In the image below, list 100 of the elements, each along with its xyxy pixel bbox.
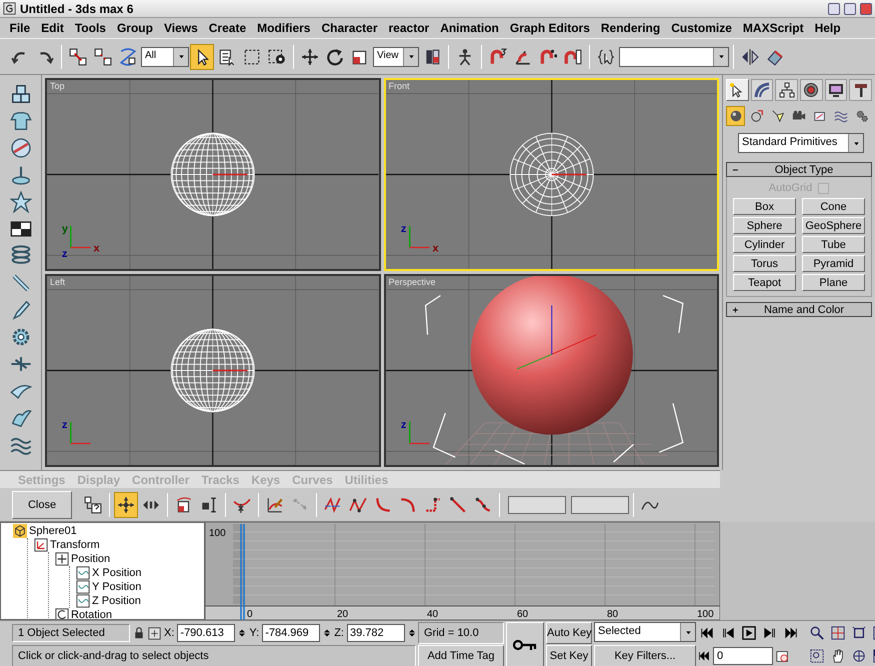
axis-label: x bbox=[432, 242, 438, 254]
position-icon bbox=[55, 552, 69, 566]
close-button[interactable]: Close bbox=[12, 490, 72, 518]
key-mode-dropdown[interactable]: Selected bbox=[594, 622, 696, 642]
value-label: 100 bbox=[209, 528, 226, 539]
coordinate-field[interactable]: -790.613 bbox=[177, 624, 236, 642]
viewport[interactable]: Top y z x bbox=[45, 78, 380, 271]
primitive-button[interactable]: Sphere bbox=[733, 217, 796, 234]
input-field[interactable] bbox=[508, 496, 566, 514]
primitive-button[interactable]: Tube bbox=[802, 236, 865, 253]
app-logo-icon bbox=[3, 2, 16, 15]
key-icon[interactable] bbox=[506, 622, 544, 666]
menu-item[interactable]: Create bbox=[203, 20, 252, 36]
rollout-header[interactable]: Name and Color bbox=[726, 302, 872, 317]
region-zoom-icon[interactable] bbox=[808, 647, 826, 665]
hammer-icon[interactable] bbox=[849, 79, 872, 101]
menu-item[interactable]: Rendering bbox=[595, 20, 666, 36]
menu-item[interactable]: Character bbox=[316, 20, 383, 36]
axis-label: x bbox=[94, 242, 100, 254]
primitive-button[interactable]: Cone bbox=[802, 198, 865, 215]
primitives-dropdown[interactable]: Standard Primitives bbox=[738, 133, 864, 153]
four-way-arrows-icon[interactable] bbox=[114, 492, 138, 518]
menu-item[interactable]: Modifiers bbox=[252, 20, 316, 36]
pin-icon[interactable] bbox=[10, 164, 32, 186]
menu-item[interactable]: reactor bbox=[383, 20, 435, 36]
curve-arc-icon[interactable] bbox=[750, 79, 774, 101]
magnifier-icon[interactable] bbox=[808, 624, 826, 642]
add-time-tag-button[interactable]: Add Time Tag bbox=[418, 645, 504, 666]
menu-item[interactable]: Group bbox=[111, 20, 158, 36]
dropdown[interactable]: All bbox=[141, 46, 189, 66]
menu-item[interactable]: Customize bbox=[666, 20, 738, 36]
ball-icon[interactable] bbox=[10, 137, 32, 159]
menu-item[interactable]: Help bbox=[809, 20, 846, 36]
transform-icon bbox=[34, 538, 48, 552]
axis-label: z bbox=[62, 418, 68, 431]
curve-track-icon bbox=[76, 594, 90, 608]
menu-item[interactable]: Animation bbox=[434, 20, 504, 36]
cubes-icon[interactable] bbox=[10, 83, 32, 105]
minimize-button[interactable] bbox=[828, 2, 840, 14]
maximize-button[interactable] bbox=[844, 2, 856, 14]
track-label[interactable]: Transform bbox=[50, 539, 100, 551]
viewport[interactable]: Front z x bbox=[384, 78, 719, 271]
menu-item[interactable]: File bbox=[4, 20, 36, 36]
auto-key-button[interactable]: Auto Key bbox=[546, 622, 592, 644]
menu-item[interactable]: Views bbox=[158, 20, 204, 36]
menu-item[interactable]: Tools bbox=[69, 20, 112, 36]
track-label[interactable]: Y Position bbox=[92, 581, 142, 593]
viewport[interactable]: Perspective z bbox=[384, 274, 719, 467]
menu-item[interactable]: Graph Editors bbox=[504, 20, 596, 36]
dropdown[interactable] bbox=[619, 46, 729, 66]
ruler-label: 60 bbox=[517, 609, 528, 620]
rollout-header[interactable]: Object Type bbox=[726, 162, 872, 177]
cursor-icon[interactable] bbox=[190, 44, 214, 70]
input-field[interactable] bbox=[571, 496, 629, 514]
go-to-start-icon[interactable] bbox=[698, 650, 710, 662]
track-label[interactable]: Sphere01 bbox=[29, 525, 77, 537]
hierarchy-icon[interactable] bbox=[775, 79, 798, 101]
wheel-icon[interactable] bbox=[800, 79, 823, 101]
primitive-button[interactable]: Pyramid bbox=[802, 255, 865, 272]
time-config-icon[interactable] bbox=[776, 650, 789, 662]
viewport[interactable]: Left z bbox=[45, 274, 380, 467]
track-label[interactable]: Position bbox=[71, 553, 110, 565]
axis-label: y bbox=[62, 222, 68, 235]
axis-label: z bbox=[400, 418, 406, 431]
frame-field[interactable]: 0 bbox=[713, 647, 773, 665]
primitive-button[interactable]: GeoSphere bbox=[802, 217, 865, 234]
coil-icon[interactable] bbox=[10, 245, 32, 267]
ruler-label: 20 bbox=[337, 609, 348, 620]
prompt-text: Click or click-and-drag to select objects bbox=[12, 645, 416, 666]
monitor-icon[interactable] bbox=[824, 79, 848, 101]
coordinate-field[interactable]: 39.782 bbox=[346, 624, 405, 642]
play-icon[interactable] bbox=[740, 624, 758, 642]
track-label[interactable]: Rotation bbox=[71, 609, 112, 619]
primitive-button[interactable]: Teapot bbox=[733, 274, 796, 291]
set-key-button[interactable]: Set Key bbox=[546, 645, 592, 666]
axis-tripod bbox=[70, 226, 91, 248]
track-label[interactable]: X Position bbox=[92, 567, 142, 579]
track-label[interactable]: Z Position bbox=[92, 595, 141, 607]
dropdown[interactable]: View bbox=[373, 46, 419, 66]
ruler-label: 40 bbox=[427, 609, 438, 620]
lock-icon[interactable] bbox=[133, 627, 145, 639]
coordinate-label: Y: bbox=[249, 627, 260, 639]
axis-label: z bbox=[62, 248, 68, 260]
menu-item[interactable]: MAXScript bbox=[737, 20, 810, 36]
ruler-label: 0 bbox=[247, 609, 253, 620]
primitive-button[interactable]: Box bbox=[733, 198, 796, 215]
coordinate-field[interactable]: -784.969 bbox=[262, 624, 320, 642]
zoom-all-icon[interactable] bbox=[829, 624, 847, 642]
primitive-button[interactable]: Torus bbox=[733, 255, 796, 272]
star-figure-icon[interactable] bbox=[10, 191, 32, 213]
primitive-button[interactable]: Plane bbox=[802, 274, 865, 291]
crosshair-box-icon[interactable] bbox=[148, 626, 161, 640]
bird-icon[interactable] bbox=[10, 407, 32, 429]
shirt-icon[interactable] bbox=[10, 110, 32, 132]
primitive-button[interactable]: Cylinder bbox=[733, 236, 796, 253]
close-button[interactable] bbox=[860, 2, 872, 14]
menu-item[interactable]: Edit bbox=[36, 20, 70, 36]
axis-tripod bbox=[70, 422, 91, 444]
key-filters-button[interactable]: Key Filters... bbox=[594, 645, 696, 666]
curve-track-icon bbox=[76, 580, 90, 594]
